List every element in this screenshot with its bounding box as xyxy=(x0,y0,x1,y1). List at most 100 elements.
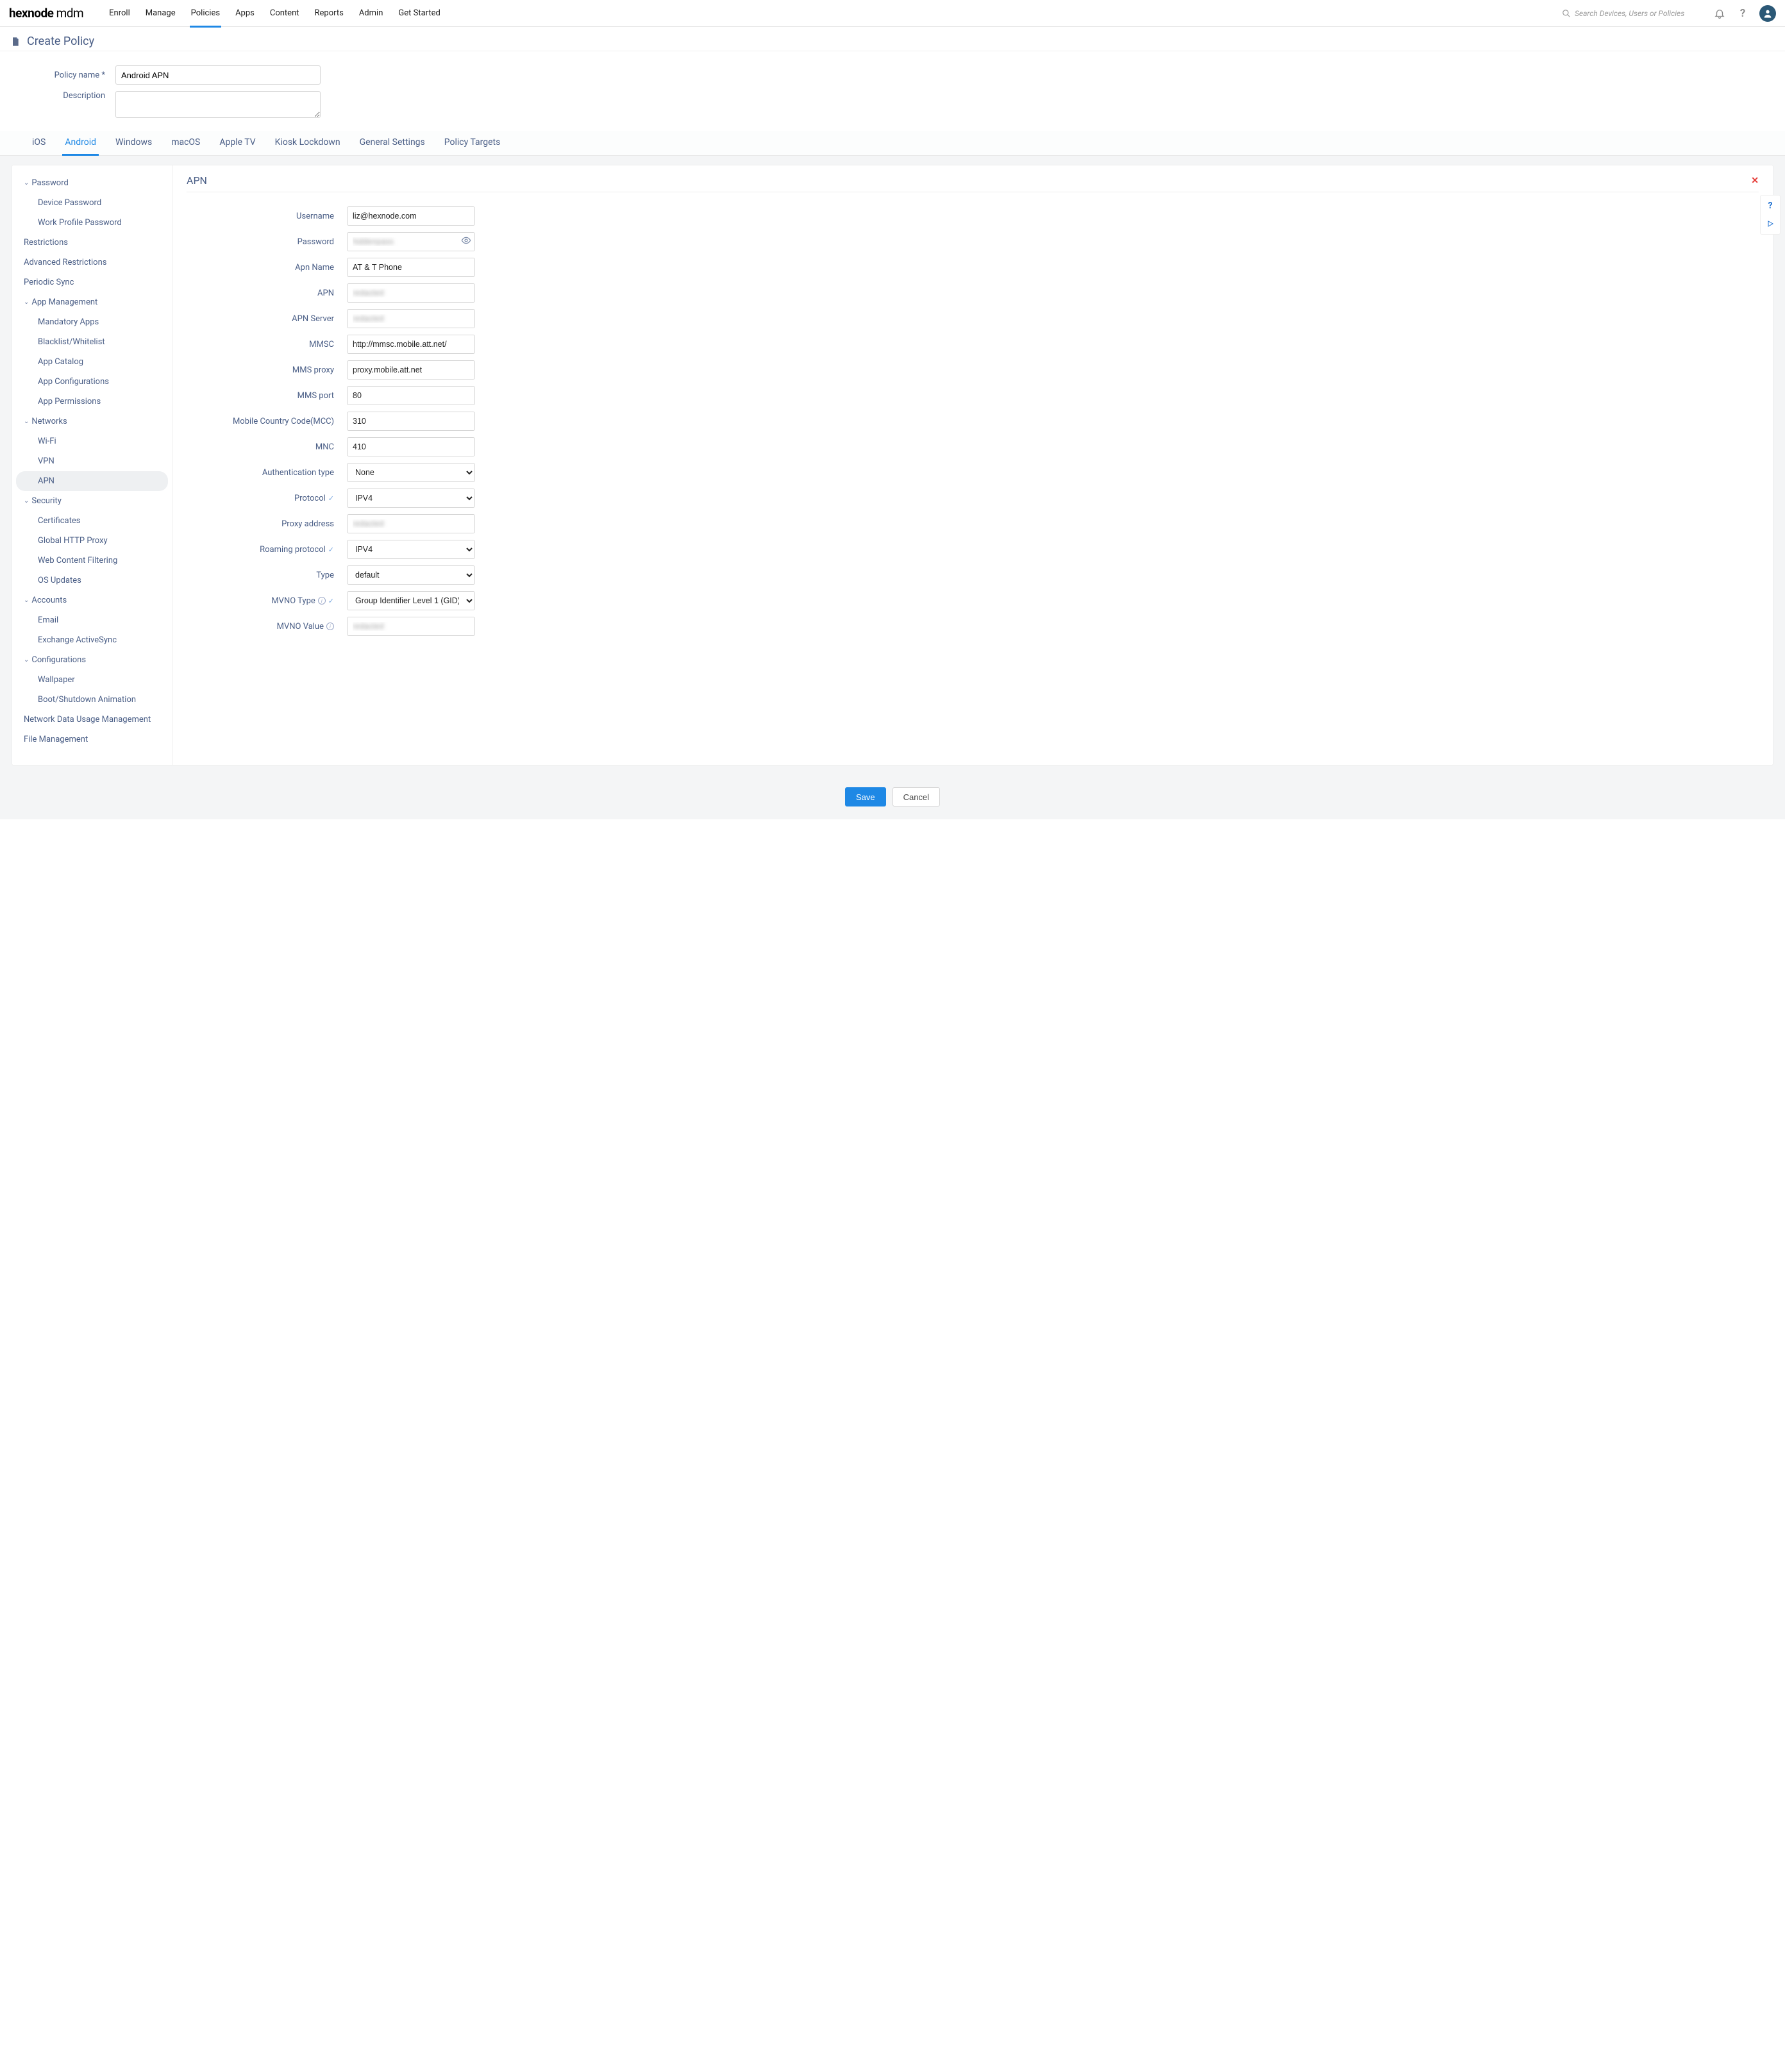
apn-server-input[interactable] xyxy=(347,309,475,328)
field-row-roaming: Roaming protocol✓IPV4 xyxy=(212,540,648,559)
sidebar-group-networks[interactable]: ⌄Networks xyxy=(12,412,172,431)
brand-bold: hexnode xyxy=(9,6,53,21)
mvno-value-input[interactable] xyxy=(347,617,475,636)
sidebar-item-periodic-sync[interactable]: Periodic Sync xyxy=(12,272,172,292)
sidebar-item-device-password[interactable]: Device Password xyxy=(16,193,168,213)
sidebar-item-app-configurations[interactable]: App Configurations xyxy=(16,372,168,392)
check-icon: ✓ xyxy=(328,546,334,554)
mms-port-input[interactable] xyxy=(347,386,475,405)
help-rail-play-icon[interactable] xyxy=(1763,217,1777,230)
info-icon[interactable]: i xyxy=(326,622,334,630)
field-label-mcc: Mobile Country Code(MCC) xyxy=(212,417,347,426)
sidebar-item-os-updates[interactable]: OS Updates xyxy=(16,571,168,590)
apn-name-input[interactable] xyxy=(347,258,475,277)
tab-android[interactable]: Android xyxy=(65,131,96,155)
sidebar-item-wallpaper[interactable]: Wallpaper xyxy=(16,670,168,690)
topnav-item-manage[interactable]: Manage xyxy=(138,0,183,27)
mnc-input[interactable] xyxy=(347,437,475,456)
field-label-mvno-type: MVNO Typei✓ xyxy=(212,596,347,606)
topnav-item-admin[interactable]: Admin xyxy=(351,0,391,27)
field-row-protocol: Protocol✓IPV4 xyxy=(212,489,648,508)
mms-proxy-input[interactable] xyxy=(347,360,475,380)
field-label-mnc: MNC xyxy=(212,442,347,452)
save-button[interactable]: Save xyxy=(845,787,886,806)
sidebar-item-work-profile-password[interactable]: Work Profile Password xyxy=(16,213,168,233)
sidebar-item-web-content-filtering[interactable]: Web Content Filtering xyxy=(16,551,168,571)
sidebar-item-exchange-activesync[interactable]: Exchange ActiveSync xyxy=(16,630,168,650)
sidebar-item-vpn[interactable]: VPN xyxy=(16,451,168,471)
password-input[interactable] xyxy=(347,232,475,251)
sidebar-item-mandatory-apps[interactable]: Mandatory Apps xyxy=(16,312,168,332)
sidebar-item-email[interactable]: Email xyxy=(16,610,168,630)
mmsc-input[interactable] xyxy=(347,335,475,354)
sidebar-item-network-data-usage-management[interactable]: Network Data Usage Management xyxy=(12,710,172,730)
chevron-down-icon: ⌄ xyxy=(24,656,29,664)
sidebar-group-security[interactable]: ⌄Security xyxy=(12,491,172,511)
platform-tabs: iOS Android Windows macOS Apple TV Kiosk Lock… xyxy=(0,131,1785,156)
tab-kiosk-lockdown[interactable]: Kiosk Lockdown xyxy=(275,131,340,155)
sidebar-item-certificates[interactable]: Certificates xyxy=(16,511,168,531)
policy-description-input[interactable] xyxy=(115,91,321,118)
sidebar-item-app-permissions[interactable]: App Permissions xyxy=(16,392,168,412)
sidebar-item-boot-shutdown-animation[interactable]: Boot/Shutdown Animation xyxy=(16,690,168,710)
topnav-item-apps[interactable]: Apps xyxy=(228,0,262,27)
field-label-username: Username xyxy=(212,212,347,221)
roaming-select[interactable]: IPV4 xyxy=(347,540,475,559)
sidebar-item-app-catalog[interactable]: App Catalog xyxy=(16,352,168,372)
field-label-mms-port: MMS port xyxy=(212,391,347,401)
section-close-icon[interactable]: ✕ xyxy=(1751,176,1759,186)
help-rail-question-icon[interactable]: ? xyxy=(1763,199,1777,212)
tab-apple-tv[interactable]: Apple TV xyxy=(219,131,255,155)
apn-input[interactable] xyxy=(347,283,475,303)
notifications-icon[interactable] xyxy=(1713,7,1726,20)
topnav-item-policies[interactable]: Policies xyxy=(183,0,228,27)
policy-name-input[interactable] xyxy=(115,65,321,85)
username-input[interactable] xyxy=(347,206,475,226)
page-header: Create Policy xyxy=(0,27,1785,51)
topnav-item-content[interactable]: Content xyxy=(262,0,307,27)
tab-ios[interactable]: iOS xyxy=(32,131,46,155)
tab-windows[interactable]: Windows xyxy=(115,131,152,155)
topnav-item-enroll[interactable]: Enroll xyxy=(101,0,138,27)
brand-rest: mdm xyxy=(53,6,83,21)
sidebar-item-global-http-proxy[interactable]: Global HTTP Proxy xyxy=(16,531,168,551)
sidebar-item-wi-fi[interactable]: Wi-Fi xyxy=(16,431,168,451)
auth-type-select[interactable]: None xyxy=(347,463,475,482)
global-search[interactable]: Search Devices, Users or Policies xyxy=(1562,9,1703,18)
proxy-addr-input[interactable] xyxy=(347,514,475,533)
cancel-button[interactable]: Cancel xyxy=(892,787,940,806)
sidebar-group-configurations[interactable]: ⌄Configurations xyxy=(12,650,172,670)
field-row-type: Typedefault xyxy=(212,565,648,585)
user-avatar[interactable] xyxy=(1759,5,1776,22)
sidebar-group-app-management[interactable]: ⌄App Management xyxy=(12,292,172,312)
sidebar-item-advanced-restrictions[interactable]: Advanced Restrictions xyxy=(12,253,172,272)
help-rail: ? xyxy=(1760,195,1781,235)
protocol-select[interactable]: IPV4 xyxy=(347,489,475,508)
topnav-item-reports[interactable]: Reports xyxy=(307,0,351,27)
type-select[interactable]: default xyxy=(347,565,475,585)
mvno-type-select[interactable]: Group Identifier Level 1 (GID) xyxy=(347,591,475,610)
eye-icon[interactable] xyxy=(461,235,471,248)
help-icon[interactable]: ? xyxy=(1736,7,1749,20)
field-row-mnc: MNC xyxy=(212,437,648,456)
tab-general-settings[interactable]: General Settings xyxy=(360,131,425,155)
sidebar-item-blacklist-whitelist[interactable]: Blacklist/Whitelist xyxy=(16,332,168,352)
policy-name-label: Policy name * xyxy=(32,71,115,80)
sidebar-item-file-management[interactable]: File Management xyxy=(12,730,172,749)
sidebar-item-restrictions[interactable]: Restrictions xyxy=(12,233,172,253)
field-label-apn-name: Apn Name xyxy=(212,263,347,272)
tab-policy-targets[interactable]: Policy Targets xyxy=(444,131,501,155)
main-area: ⌄PasswordDevice PasswordWork Profile Pas… xyxy=(0,156,1785,777)
sidebar-group-password[interactable]: ⌄Password xyxy=(12,173,172,193)
topnav-item-get-started[interactable]: Get Started xyxy=(390,0,448,27)
info-icon[interactable]: i xyxy=(318,597,326,605)
policy-description-label: Description xyxy=(32,91,115,101)
field-row-mms-proxy: MMS proxy xyxy=(212,360,648,380)
sidebar-item-apn[interactable]: APN xyxy=(16,471,168,491)
sidebar-group-accounts[interactable]: ⌄Accounts xyxy=(12,590,172,610)
tab-macos[interactable]: macOS xyxy=(171,131,200,155)
mcc-input[interactable] xyxy=(347,412,475,431)
brand-logo: hexnode mdm xyxy=(9,6,83,21)
field-label-roaming: Roaming protocol✓ xyxy=(212,545,347,555)
apn-fields: UsernamePasswordApn NameAPNAPN ServerMMS… xyxy=(212,206,648,636)
